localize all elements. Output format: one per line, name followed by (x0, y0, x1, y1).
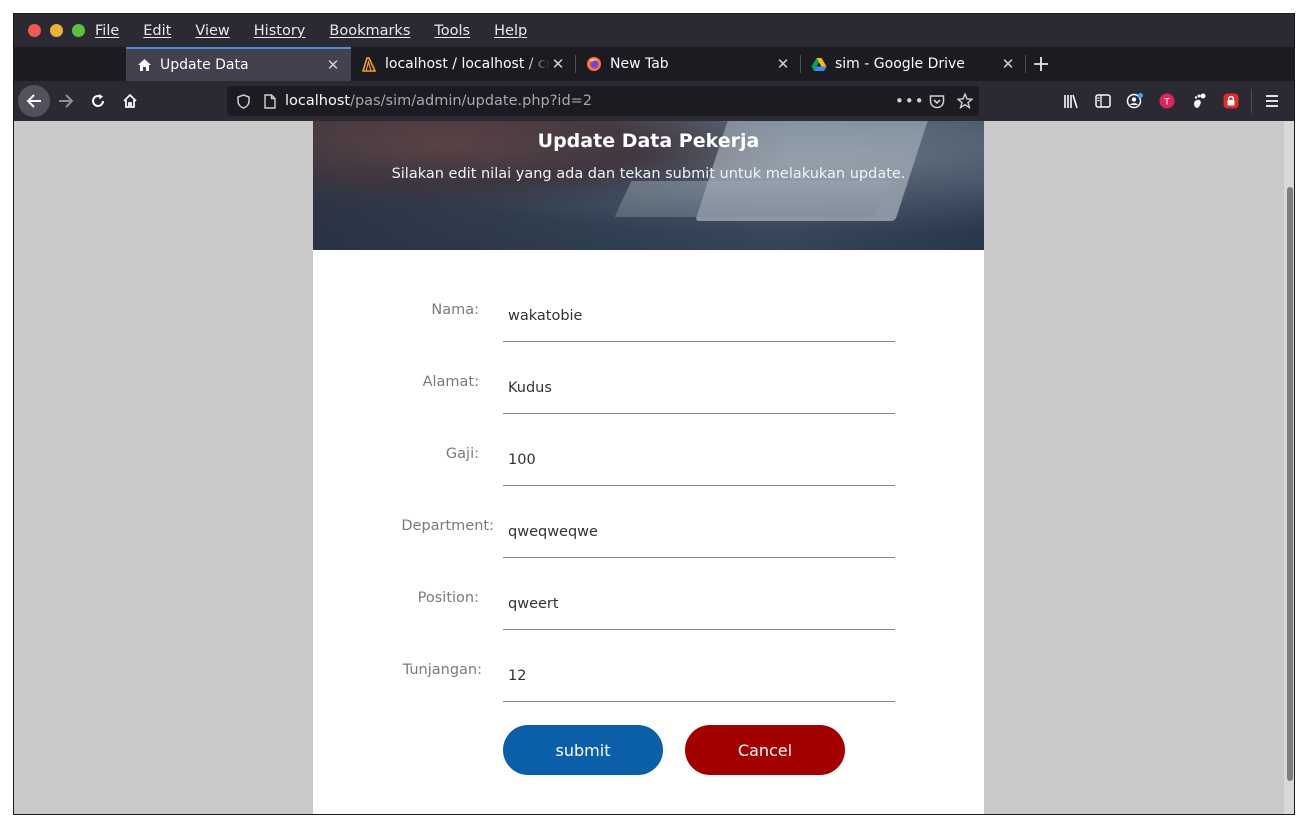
cancel-button[interactable]: Cancel (685, 725, 845, 775)
page-icon[interactable] (257, 93, 283, 109)
scrollbar-thumb[interactable] (1287, 187, 1293, 781)
home-icon (123, 93, 137, 108)
banner-keyboard-image (614, 181, 892, 217)
library-icon[interactable] (1055, 85, 1087, 117)
alamat-label: Alamat: (422, 374, 479, 390)
extension-gnome-icon[interactable] (1183, 85, 1215, 117)
pocket-icon[interactable] (923, 94, 951, 109)
tab-title: Update Data (160, 57, 249, 73)
page-title: Update Data Pekerja (537, 130, 760, 152)
close-icon[interactable]: ✕ (1000, 55, 1016, 73)
forward-button[interactable] (50, 85, 82, 117)
reload-icon (92, 94, 104, 107)
sidebar-icon[interactable] (1087, 85, 1119, 117)
svg-text:T: T (1163, 98, 1170, 108)
maximize-window-button[interactable] (72, 24, 85, 37)
position-input[interactable] (503, 578, 895, 630)
shield-icon[interactable] (229, 93, 257, 109)
back-arrow-icon (26, 94, 41, 108)
gaji-label: Gaji: (445, 446, 479, 462)
close-icon[interactable]: ✕ (775, 55, 791, 73)
form-row-gaji: Gaji: (313, 426, 984, 486)
tab-title: localhost / localhost / crud (385, 56, 550, 72)
phpmyadmin-icon (361, 56, 377, 72)
tunjangan-input[interactable] (503, 650, 895, 702)
close-icon[interactable]: ✕ (550, 55, 566, 73)
position-label: Position: (417, 590, 479, 606)
tab-update-data[interactable]: Update Data ✕ (126, 47, 351, 81)
plus-icon (1034, 57, 1048, 71)
tunjangan-label: Tunjangan: (402, 662, 482, 678)
form-row-tunjangan: Tunjangan: (313, 642, 984, 702)
menu-help[interactable]: Help (494, 23, 527, 39)
toolbar-right: T (1055, 85, 1288, 117)
back-button[interactable] (18, 85, 50, 117)
nama-label: Nama: (431, 302, 479, 318)
update-form-card: Update Data Pekerja Silakan edit nilai y… (313, 121, 984, 814)
alamat-input[interactable] (503, 362, 895, 414)
tab-phpmyadmin[interactable]: localhost / localhost / crud ✕ (351, 47, 576, 81)
menu-file[interactable]: File (95, 23, 119, 39)
form-row-alamat: Alamat: (313, 354, 984, 414)
form-row-nama: Nama: (313, 282, 984, 342)
gaji-input[interactable] (503, 434, 895, 486)
tab-new-tab[interactable]: New Tab ✕ (576, 47, 801, 81)
url-path: /pas/sim/admin/update.php?id=2 (350, 93, 593, 109)
page-scrollbar[interactable] (1284, 121, 1294, 814)
browser-window: File Edit View History Bookmarks Tools H… (13, 13, 1295, 815)
home-icon (136, 57, 152, 73)
toolbar-separator (1251, 89, 1252, 113)
window-controls (28, 24, 85, 37)
form-row-department: Department: (313, 498, 984, 558)
page-actions-icon[interactable]: ••• (895, 92, 924, 110)
form-row-position: Position: (313, 570, 984, 630)
new-tab-button[interactable] (1026, 47, 1056, 81)
header-banner: Update Data Pekerja Silakan edit nilai y… (313, 121, 984, 250)
navigation-toolbar: localhost/pas/sim/admin/update.php?id=2 … (14, 81, 1294, 121)
hamburger-menu-icon[interactable] (1256, 85, 1288, 117)
home-button[interactable] (114, 85, 146, 117)
minimize-window-button[interactable] (50, 24, 63, 37)
forward-arrow-icon (59, 94, 74, 108)
page-viewport: Update Data Pekerja Silakan edit nilai y… (14, 121, 1294, 814)
tab-title: sim - Google Drive (835, 56, 965, 72)
nama-input[interactable] (503, 290, 895, 342)
tab-title: New Tab (610, 56, 669, 72)
account-icon[interactable] (1119, 85, 1151, 117)
tab-bar: Update Data ✕ localhost / localhost / cr… (14, 47, 1294, 81)
menu-view[interactable]: View (195, 23, 229, 39)
menu-tools[interactable]: Tools (434, 23, 470, 39)
submit-button[interactable]: submit (503, 725, 663, 775)
url-host: localhost (285, 93, 351, 109)
department-label: Department: (401, 518, 494, 534)
bookmark-star-icon[interactable] (951, 93, 979, 109)
reload-button[interactable] (82, 85, 114, 117)
close-window-button[interactable] (28, 24, 41, 37)
menu-edit[interactable]: Edit (143, 23, 171, 39)
menu-bookmarks[interactable]: Bookmarks (329, 23, 410, 39)
page-subtitle: Silakan edit nilai yang ada dan tekan su… (391, 166, 906, 182)
url-bar[interactable]: localhost/pas/sim/admin/update.php?id=2 … (227, 86, 979, 116)
menu-history[interactable]: History (254, 23, 306, 39)
extension-lock-icon[interactable] (1215, 85, 1247, 117)
extension-red-icon[interactable]: T (1151, 85, 1183, 117)
firefox-icon (586, 56, 602, 72)
close-icon[interactable]: ✕ (325, 56, 341, 74)
tab-google-drive[interactable]: sim - Google Drive ✕ (801, 47, 1026, 81)
department-input[interactable] (503, 506, 895, 558)
google-drive-icon (811, 56, 827, 72)
menu-bar: File Edit View History Bookmarks Tools H… (14, 14, 1294, 47)
